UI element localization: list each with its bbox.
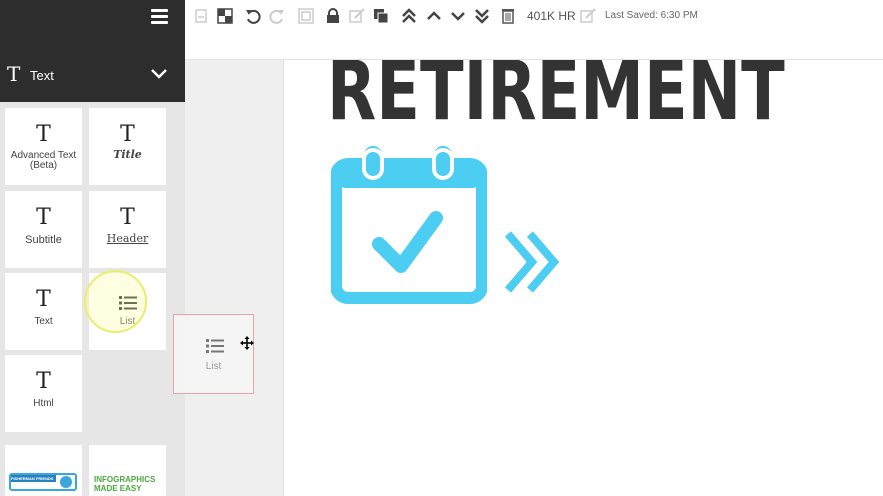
template-thumbnail-infographics[interactable]: INFOGRAPHICS MADE EASY xyxy=(89,445,166,496)
text-t-icon: T xyxy=(120,205,135,230)
transparency-icon[interactable] xyxy=(217,8,233,24)
send-backward-icon[interactable] xyxy=(450,8,466,24)
widget-label: Advanced Text (Beta) xyxy=(10,150,77,171)
text-t-icon: T xyxy=(36,287,51,312)
widget-html[interactable]: T Html xyxy=(5,355,82,432)
calendar-check-icon[interactable] xyxy=(331,146,487,306)
thumbnail-label: INFOGRAPHICS MADE EASY xyxy=(94,475,156,493)
template-thumbnail-fisherman[interactable]: FISHERMAN FRIENDS xyxy=(5,445,82,496)
file-size-label: 401K HR xyxy=(527,9,576,23)
move-cursor-icon xyxy=(240,336,254,350)
design-canvas[interactable]: RETIREMENT xyxy=(284,60,883,496)
hamburger-menu-icon[interactable] xyxy=(151,9,169,25)
lock-icon[interactable] xyxy=(325,8,341,24)
sidebar-header: T Text xyxy=(0,0,185,102)
drag-ghost-list[interactable]: List xyxy=(173,314,254,394)
duplicate-icon[interactable] xyxy=(373,8,389,24)
send-to-back-icon[interactable] xyxy=(474,8,490,24)
widget-advanced-text[interactable]: T Advanced Text (Beta) xyxy=(5,108,82,185)
chevron-down-icon[interactable] xyxy=(150,68,168,80)
list-icon xyxy=(206,339,224,353)
top-toolbar: 401K HR Last Saved: 6:30 PM xyxy=(185,0,883,60)
widget-label: Text xyxy=(34,316,53,327)
widget-label: Title xyxy=(113,148,142,161)
last-saved-status: Last Saved: 6:30 PM xyxy=(605,10,698,21)
redo-icon[interactable] xyxy=(269,8,285,24)
canvas-heading[interactable]: RETIREMENT xyxy=(327,60,785,142)
drag-ghost-label: List xyxy=(205,361,222,372)
save-edit-icon[interactable] xyxy=(580,8,596,24)
text-t-icon: T xyxy=(36,369,51,394)
widget-text[interactable]: T Text xyxy=(5,273,82,350)
app-window: T Text T Advanced Text (Beta) T Title T … xyxy=(0,0,883,496)
widget-subtitle[interactable]: T Subtitle xyxy=(5,191,82,268)
text-section-title[interactable]: Text xyxy=(30,69,54,83)
text-t-icon: T xyxy=(36,122,51,147)
crop-frame-icon[interactable] xyxy=(298,8,314,24)
cursor-highlight xyxy=(84,270,147,333)
widget-header[interactable]: T Header xyxy=(89,191,166,268)
text-section-icon: T xyxy=(7,62,21,86)
paste-style-icon[interactable] xyxy=(193,8,209,24)
undo-icon[interactable] xyxy=(245,8,261,24)
thumbnail-label: FISHERMAN FRIENDS xyxy=(11,476,54,481)
widget-title[interactable]: T Title xyxy=(89,108,166,185)
sidebar: T Text T Advanced Text (Beta) T Title T … xyxy=(0,0,185,496)
text-t-icon: T xyxy=(120,122,135,147)
trash-icon[interactable] xyxy=(500,8,516,24)
widget-label: Subtitle xyxy=(25,234,62,246)
double-chevron-right-icon[interactable] xyxy=(502,230,566,294)
text-t-icon: T xyxy=(36,205,51,230)
bring-to-front-icon[interactable] xyxy=(401,8,417,24)
edit-icon[interactable] xyxy=(349,8,365,24)
widget-label: Header xyxy=(106,232,149,245)
bring-forward-icon[interactable] xyxy=(426,8,442,24)
widget-label: Html xyxy=(33,398,54,409)
